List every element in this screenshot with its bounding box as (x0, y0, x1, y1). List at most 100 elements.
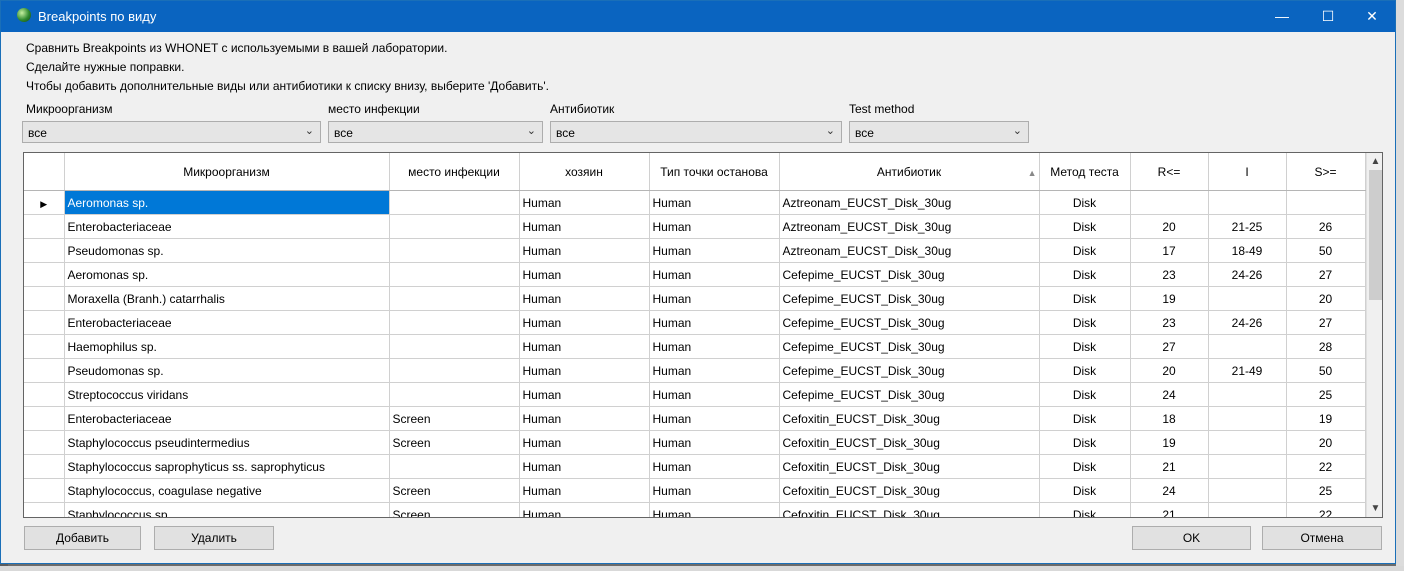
cell-method[interactable]: Disk (1039, 406, 1131, 431)
cell-i[interactable]: 18-49 (1208, 238, 1287, 263)
cell-organism[interactable]: Enterobacteriaceae (64, 310, 390, 335)
cell-antibiotic[interactable]: Cefoxitin_EUCST_Disk_30ug (779, 502, 1040, 517)
row-header[interactable] (24, 334, 65, 359)
row-header[interactable] (24, 430, 65, 455)
ok-button[interactable]: OK (1132, 526, 1251, 550)
cell-antibiotic[interactable]: Cefoxitin_EUCST_Disk_30ug (779, 478, 1040, 503)
cell-s[interactable]: 19 (1286, 406, 1366, 431)
cell-i[interactable]: 24-26 (1208, 310, 1287, 335)
method-filter-select[interactable]: все ⌄ (849, 121, 1029, 143)
cell-antibiotic[interactable]: Cefoxitin_EUCST_Disk_30ug (779, 454, 1040, 479)
cell-i[interactable] (1208, 430, 1287, 455)
table-row[interactable]: Staphylococcus sp. Screen Human Human Cefoxi… (24, 502, 1366, 517)
cell-method[interactable]: Disk (1039, 430, 1131, 455)
cell-bp-type[interactable]: Human (649, 358, 780, 383)
row-header[interactable] (24, 262, 65, 287)
cell-site[interactable] (389, 382, 520, 407)
cell-r[interactable]: 23 (1130, 310, 1209, 335)
row-header[interactable] (24, 358, 65, 383)
cell-antibiotic[interactable]: Cefepime_EUCST_Disk_30ug (779, 382, 1040, 407)
maximize-button[interactable]: ☐ (1305, 1, 1351, 32)
cell-site[interactable] (389, 454, 520, 479)
cell-host[interactable]: Human (519, 334, 650, 359)
cell-organism[interactable]: Staphylococcus pseudintermedius (64, 430, 390, 455)
row-header[interactable]: ▶ (24, 190, 65, 215)
cell-site[interactable]: Screen (389, 478, 520, 503)
cell-method[interactable]: Disk (1039, 478, 1131, 503)
cell-antibiotic[interactable]: Cefoxitin_EUCST_Disk_30ug (779, 430, 1040, 455)
cell-method[interactable]: Disk (1039, 334, 1131, 359)
antibiotic-filter-select[interactable]: все ⌄ (550, 121, 842, 143)
cell-r[interactable]: 27 (1130, 334, 1209, 359)
cell-r[interactable]: 21 (1130, 454, 1209, 479)
cell-organism[interactable]: Haemophilus sp. (64, 334, 390, 359)
cell-s[interactable]: 22 (1286, 502, 1366, 517)
scroll-down-icon[interactable]: ▼ (1367, 500, 1382, 517)
table-row[interactable]: Pseudomonas sp. Human Human Cefepime_EUCST_… (24, 358, 1366, 383)
cell-s[interactable]: 25 (1286, 382, 1366, 407)
col-header-bp-type[interactable]: Тип точки останова (649, 153, 780, 191)
cell-host[interactable]: Human (519, 478, 650, 503)
table-row[interactable]: Moraxella (Branh.) catarrhalis Human Human… (24, 286, 1366, 311)
cell-i[interactable] (1208, 382, 1287, 407)
delete-button[interactable]: Удалить (154, 526, 274, 550)
row-header[interactable] (24, 454, 65, 479)
cell-s[interactable]: 25 (1286, 478, 1366, 503)
table-row[interactable]: Enterobacteriaceae Screen Human Human Cefoxi… (24, 406, 1366, 431)
cell-bp-type[interactable]: Human (649, 406, 780, 431)
col-header-i[interactable]: I (1208, 153, 1287, 191)
close-button[interactable]: ✕ (1349, 1, 1395, 32)
cell-r[interactable]: 23 (1130, 262, 1209, 287)
row-header[interactable] (24, 478, 65, 503)
cell-host[interactable]: Human (519, 214, 650, 239)
cell-antibiotic[interactable]: Cefepime_EUCST_Disk_30ug (779, 262, 1040, 287)
site-filter-select[interactable]: все ⌄ (328, 121, 543, 143)
cell-site[interactable] (389, 238, 520, 263)
cell-method[interactable]: Disk (1039, 310, 1131, 335)
cell-organism[interactable]: Aeromonas sp. (64, 262, 390, 287)
cell-method[interactable]: Disk (1039, 238, 1131, 263)
cell-organism[interactable]: Moraxella (Branh.) catarrhalis (64, 286, 390, 311)
cell-site[interactable] (389, 286, 520, 311)
cell-i[interactable] (1208, 406, 1287, 431)
cell-r[interactable]: 21 (1130, 502, 1209, 517)
cell-site[interactable]: Screen (389, 430, 520, 455)
cell-host[interactable]: Human (519, 406, 650, 431)
cell-site[interactable] (389, 310, 520, 335)
cell-antibiotic[interactable]: Aztreonam_EUCST_Disk_30ug (779, 214, 1040, 239)
cell-bp-type[interactable]: Human (649, 286, 780, 311)
cell-host[interactable]: Human (519, 310, 650, 335)
row-header[interactable] (24, 310, 65, 335)
row-header[interactable] (24, 382, 65, 407)
table-row[interactable]: Enterobacteriaceae Human Human Cefepime_EUC… (24, 310, 1366, 335)
cell-bp-type[interactable]: Human (649, 430, 780, 455)
cell-s[interactable]: 27 (1286, 262, 1366, 287)
cell-bp-type[interactable]: Human (649, 190, 780, 215)
cell-method[interactable]: Disk (1039, 358, 1131, 383)
col-header-s[interactable]: S>= (1286, 153, 1366, 191)
cell-site[interactable] (389, 358, 520, 383)
cell-host[interactable]: Human (519, 286, 650, 311)
cell-bp-type[interactable]: Human (649, 262, 780, 287)
cell-bp-type[interactable]: Human (649, 382, 780, 407)
cell-site[interactable] (389, 262, 520, 287)
table-row[interactable]: ▶ Aeromonas sp. Human Human Aztreonam_EUCST_… (24, 190, 1366, 215)
cell-bp-type[interactable]: Human (649, 478, 780, 503)
cell-r[interactable]: 18 (1130, 406, 1209, 431)
cell-organism[interactable]: Staphylococcus sp. (64, 502, 390, 517)
row-header[interactable] (24, 238, 65, 263)
cell-i[interactable] (1208, 286, 1287, 311)
cell-antibiotic[interactable]: Aztreonam_EUCST_Disk_30ug (779, 190, 1040, 215)
col-header-antibiotic[interactable]: Антибиотик ▲ (779, 153, 1040, 191)
cell-method[interactable]: Disk (1039, 286, 1131, 311)
cell-s[interactable]: 50 (1286, 358, 1366, 383)
row-header[interactable] (24, 502, 65, 517)
cell-site[interactable] (389, 334, 520, 359)
cell-s[interactable]: 20 (1286, 430, 1366, 455)
cell-antibiotic[interactable]: Cefoxitin_EUCST_Disk_30ug (779, 406, 1040, 431)
cell-i[interactable] (1208, 478, 1287, 503)
breakpoints-grid[interactable]: Микроорганизм место инфекции хозяин Тип … (23, 152, 1383, 518)
cell-site[interactable] (389, 190, 520, 215)
cell-host[interactable]: Human (519, 262, 650, 287)
cell-site[interactable] (389, 214, 520, 239)
